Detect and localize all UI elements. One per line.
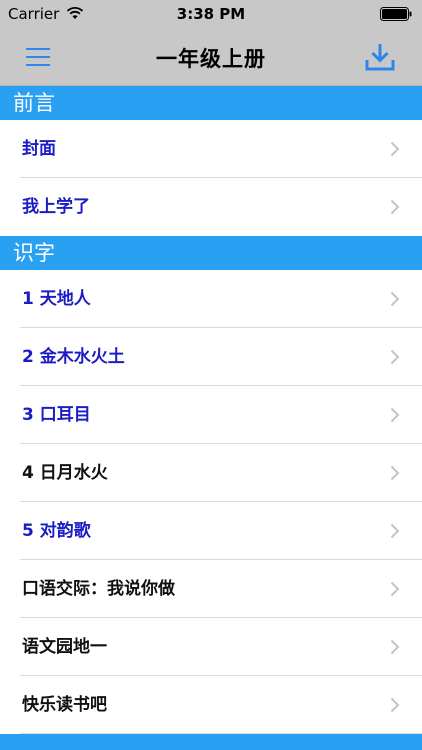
chevron-right-icon — [390, 349, 400, 365]
list-item[interactable]: 口语交际：我说你做 — [0, 560, 422, 618]
nav-bar: 一年级上册 — [0, 30, 422, 86]
list-item-label: 我上学了 — [22, 197, 90, 217]
section-header: 前言 — [0, 86, 422, 120]
chevron-right-icon — [390, 141, 400, 157]
list-item[interactable]: 我上学了 — [0, 178, 422, 236]
chevron-right-icon — [390, 199, 400, 215]
download-icon[interactable] — [364, 41, 396, 73]
list-item[interactable]: 封面 — [0, 120, 422, 178]
section-header: 识字 — [0, 236, 422, 270]
page-title: 一年级上册 — [156, 47, 266, 71]
battery-icon — [380, 7, 412, 21]
list-item-label: 2 金木水火土 — [22, 347, 125, 367]
list-item[interactable]: 5 对韵歌 — [0, 502, 422, 560]
chevron-right-icon — [390, 407, 400, 423]
chevron-right-icon — [390, 697, 400, 713]
list-item[interactable]: 2 金木水火土 — [0, 328, 422, 386]
chapter-list: 前言 封面 我上学了 识字 1 天地人 2 金木水火土 3 口耳目 4 日月水火… — [0, 86, 422, 750]
chevron-right-icon — [390, 291, 400, 307]
list-item[interactable]: 快乐读书吧 — [0, 676, 422, 734]
chevron-right-icon — [390, 639, 400, 655]
list-item[interactable]: 语文园地一 — [0, 618, 422, 676]
list-item-label: 语文园地一 — [22, 637, 107, 657]
section-header-partial — [0, 734, 422, 750]
list-item-label: 5 对韵歌 — [22, 521, 91, 541]
list-item-label: 快乐读书吧 — [22, 695, 107, 715]
list-item-label: 4 日月水火 — [22, 463, 108, 483]
list-item[interactable]: 3 口耳目 — [0, 386, 422, 444]
list-item-label: 3 口耳目 — [22, 405, 91, 425]
list-item-label: 封面 — [22, 139, 56, 159]
chevron-right-icon — [390, 581, 400, 597]
list-item-label: 口语交际：我说你做 — [22, 579, 175, 599]
status-time: 3:38 PM — [176, 5, 246, 23]
list-item-label: 1 天地人 — [22, 289, 91, 309]
chevron-right-icon — [390, 465, 400, 481]
chevron-right-icon — [390, 523, 400, 539]
list-item[interactable]: 4 日月水火 — [0, 444, 422, 502]
list-item[interactable]: 1 天地人 — [0, 270, 422, 328]
status-bar: Carrier 3:38 PM — [0, 0, 422, 30]
